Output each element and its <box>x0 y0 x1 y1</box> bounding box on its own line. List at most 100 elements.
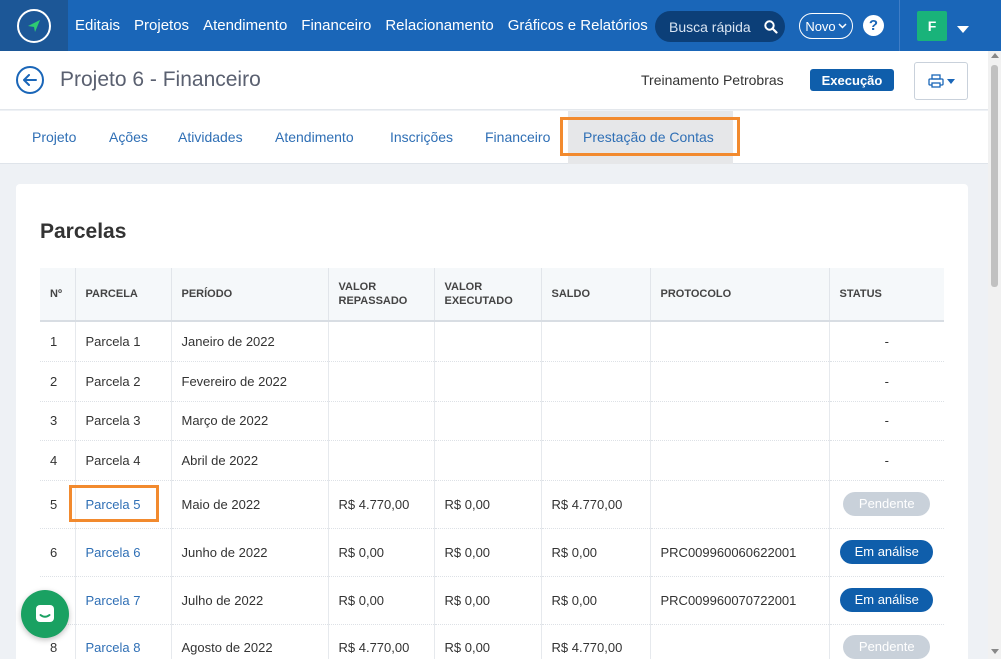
cell-saldo: R$ 0,00 <box>541 576 651 625</box>
app-logo[interactable] <box>0 0 68 51</box>
cell-status: Pendente <box>829 624 944 659</box>
cell-periodo: Julho de 2022 <box>171 576 329 625</box>
status-badge-em-analise[interactable]: Em análise <box>840 588 934 612</box>
parcelas-card: Parcelas Nº PARCELA PERÍODO VALOR REPASSADO V… <box>16 184 968 659</box>
cell-valor-executado-text: R$ 0,00 <box>444 592 491 608</box>
export-dropdown-button[interactable] <box>914 62 968 100</box>
cell-numero-text: 5 <box>50 496 58 512</box>
cell-periodo: Maio de 2022 <box>171 480 329 529</box>
cell-periodo: Abril de 2022 <box>171 440 329 481</box>
header-protocolo: PROTOCOLO <box>650 268 830 322</box>
cell-numero-text: 1 <box>50 333 58 349</box>
tab-inscricoes[interactable]: Inscrições <box>390 129 453 145</box>
cell-valor-executado <box>434 440 542 481</box>
cell-valor-executado-text: R$ 0,00 <box>444 496 491 512</box>
cell-valor-repassado <box>328 321 435 362</box>
page-title: Projeto 6 - Financeiro <box>60 68 261 91</box>
header-numero-text: Nº <box>50 288 62 300</box>
project-tabs: Projeto Ações Atividades Atendimento Ins… <box>0 111 988 164</box>
cell-protocolo: PRC009960060622001 <box>650 528 830 577</box>
cell-numero-text: 8 <box>50 639 58 655</box>
tab-atividades[interactable]: Atividades <box>178 129 243 145</box>
cell-valor-repassado: R$ 4.770,00 <box>328 624 435 659</box>
cell-saldo-text: R$ 4.770,00 <box>551 639 623 655</box>
cell-parcela: Parcela 3 <box>75 401 172 441</box>
caret-down-icon <box>946 78 955 84</box>
row-highlight-box <box>69 485 159 522</box>
cell-saldo: R$ 4.770,00 <box>541 480 651 529</box>
section-title: Parcelas <box>40 220 127 243</box>
cell-periodo: Janeiro de 2022 <box>171 321 329 362</box>
cell-status: - <box>829 440 944 481</box>
cell-periodo: Fevereiro de 2022 <box>171 361 329 402</box>
header-numero: Nº <box>40 268 76 322</box>
back-button[interactable] <box>16 66 44 94</box>
status-badge-pendente: Pendente <box>843 492 931 516</box>
cell-parcela[interactable]: Parcela 7 <box>75 576 172 625</box>
cell-valor-executado: R$ 0,00 <box>434 576 542 625</box>
quick-search-input[interactable]: Busca rápida <box>655 11 785 42</box>
cell-periodo-text: Abril de 2022 <box>181 452 259 468</box>
cell-valor-repassado-text: R$ 4.770,00 <box>338 496 410 512</box>
nav-item-editais[interactable]: Editais <box>75 17 120 34</box>
cell-status: - <box>829 321 944 362</box>
cell-protocolo <box>650 321 830 362</box>
scroll-thumb[interactable] <box>991 65 998 287</box>
cell-parcela-text: Parcela 4 <box>85 452 141 468</box>
cell-numero-text: 3 <box>50 413 58 428</box>
cell-parcela[interactable]: Parcela 8 <box>75 624 172 659</box>
parcela-link[interactable]: Parcela 6 <box>86 545 141 560</box>
caret-down-icon[interactable] <box>957 21 969 39</box>
scroll-up-arrow-icon[interactable] <box>991 53 999 58</box>
search-icon[interactable] <box>757 19 785 34</box>
help-icon[interactable]: ? <box>863 15 884 36</box>
cell-valor-repassado: R$ 0,00 <box>328 576 435 625</box>
status-empty: - <box>884 333 889 349</box>
cell-parcela[interactable]: Parcela 6 <box>75 528 172 577</box>
page-scrollbar[interactable] <box>988 51 1001 659</box>
tab-projeto[interactable]: Projeto <box>32 129 76 145</box>
status-empty: - <box>884 373 889 389</box>
nav-item-financeiro[interactable]: Financeiro <box>301 17 371 34</box>
nav-item-atendimento[interactable]: Atendimento <box>203 17 287 34</box>
cell-parcela: Parcela 1 <box>75 321 172 362</box>
parcela-link[interactable]: Parcela 8 <box>86 640 141 655</box>
new-label: Novo <box>805 18 836 34</box>
cell-status[interactable]: Em análise <box>829 528 944 577</box>
new-dropdown-button[interactable]: Novo <box>799 13 853 39</box>
cell-saldo-text: R$ 0,00 <box>551 544 598 560</box>
header-saldo: SALDO <box>541 268 651 322</box>
cell-periodo: Agosto de 2022 <box>171 624 329 659</box>
chat-button[interactable] <box>21 590 69 638</box>
page-header: Projeto 6 - Financeiro Treinamento Petro… <box>0 51 988 110</box>
cell-valor-repassado: R$ 4.770,00 <box>328 480 435 529</box>
status-badge-em-analise[interactable]: Em análise <box>840 540 934 564</box>
cell-saldo <box>541 361 651 402</box>
user-avatar[interactable]: F <box>917 11 947 41</box>
nav-item-relacionamento[interactable]: Relacionamento <box>385 17 493 34</box>
tab-atendimento[interactable]: Atendimento <box>275 129 354 145</box>
nav-item-graficos[interactable]: Gráficos e Relatórios <box>508 17 648 34</box>
nav-item-projetos[interactable]: Projetos <box>134 17 189 34</box>
printer-icon <box>927 74 944 88</box>
cell-periodo: Março de 2022 <box>171 401 329 441</box>
header-periodo: PERÍODO <box>171 268 329 322</box>
header-valor-repassado-text: REPASSADO <box>338 295 408 307</box>
parcela-link[interactable]: Parcela 7 <box>86 593 141 608</box>
cell-saldo: R$ 4.770,00 <box>541 624 651 659</box>
cell-status: - <box>829 401 944 441</box>
tab-acoes[interactable]: Ações <box>109 129 148 145</box>
scroll-down-arrow-icon[interactable] <box>991 649 999 654</box>
cell-parcela-text: Parcela 1 <box>85 333 141 349</box>
cell-parcela: Parcela 4 <box>75 440 172 481</box>
cell-protocolo <box>650 401 830 441</box>
header-saldo-text: SALDO <box>551 288 591 300</box>
arrow-left-icon <box>23 74 37 86</box>
cell-protocolo: PRC009960070722001 <box>650 576 830 625</box>
cell-status[interactable]: Em análise <box>829 576 944 625</box>
cell-valor-executado <box>434 401 542 441</box>
tab-financeiro[interactable]: Financeiro <box>485 129 550 145</box>
cell-valor-repassado <box>328 361 435 402</box>
parcelas-table: Nº PARCELA PERÍODO VALOR REPASSADO VALOR EXECU… <box>40 268 944 659</box>
cell-numero: 3 <box>40 401 76 441</box>
